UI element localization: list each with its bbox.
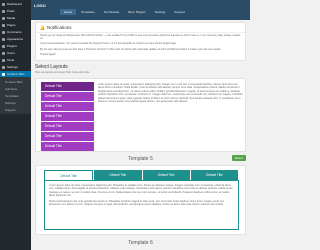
template-name: Template 6	[128, 240, 153, 246]
tab-templates[interactable]: Templates	[77, 9, 99, 15]
tabs-icon	[2, 72, 5, 76]
select-template-button[interactable]: Select	[231, 155, 246, 161]
plugin-nav-tabs: Home Templates Get Started More Plugins …	[60, 9, 190, 15]
vertical-tab[interactable]: Default Title	[41, 102, 94, 111]
submenu-item-settings[interactable]: Settings	[0, 100, 31, 106]
tab-paragraph: Morbi vehicula lacus nisl, quis gravida …	[49, 199, 225, 207]
vertical-tab[interactable]: Default Title	[41, 82, 94, 91]
submenu-item-templates[interactable]: Templates	[0, 93, 31, 99]
tab-get-started[interactable]: Get Started	[100, 9, 123, 15]
submenu-item-add-new[interactable]: Add New	[0, 86, 31, 92]
sidebar-item-label: Content Tabs	[7, 72, 25, 76]
tab-paragraph: Lorem ipsum dolor sit amet, consectetur …	[49, 184, 234, 198]
submenu-label: Content Tabs	[5, 80, 23, 84]
template-footer: Template 5 Select	[35, 154, 246, 164]
sidebar-item-plugins[interactable]: Plugins	[0, 43, 31, 49]
comments-icon	[2, 30, 5, 34]
horizontal-tab[interactable]: Default Title	[190, 170, 238, 180]
submenu-label: Support	[5, 108, 16, 112]
sidebar-item-label: Plugins	[7, 44, 17, 48]
notification-line: Thank you for using our Responsive Tabs …	[40, 34, 241, 41]
media-icon	[2, 16, 5, 20]
notifications-panel: 🔔 Notifications Thank you for using our …	[35, 22, 246, 61]
bell-icon: 🔔	[40, 25, 45, 30]
sidebar-submenu: Content Tabs Add New Templates Settings …	[0, 77, 31, 114]
pages-icon	[2, 23, 5, 27]
horizontal-tab[interactable]: Default Title	[142, 170, 190, 180]
vertical-tab[interactable]: Default Title	[41, 92, 94, 101]
sidebar-item-label: Media	[7, 16, 16, 20]
vertical-tabs-preview: Default Title Default Title Default Titl…	[35, 78, 246, 152]
notifications-heading: 🔔 Notifications	[36, 23, 245, 33]
sidebar-item-media[interactable]: Media	[0, 15, 31, 21]
sidebar-item-tools[interactable]: Tools	[0, 57, 31, 63]
tab-settings[interactable]: Settings	[151, 9, 170, 15]
submenu-label: Add New	[5, 87, 18, 91]
submenu-item-content-tabs[interactable]: Content Tabs	[0, 79, 31, 85]
vertical-tab[interactable]: Default Title	[41, 122, 94, 131]
horizontal-tab[interactable]: Default Title	[44, 170, 94, 180]
settings-icon	[2, 65, 5, 69]
sidebar-item-label: Pages	[7, 23, 16, 27]
tab-more-plugins[interactable]: More Plugins	[124, 9, 150, 15]
sidebar-item-label: Users	[7, 51, 15, 55]
dashboard-icon	[2, 2, 5, 6]
sidebar-item-settings[interactable]: Settings	[0, 64, 31, 70]
vertical-tab[interactable]: Default Title	[41, 112, 94, 121]
sidebar-item-label: Settings	[7, 65, 18, 69]
section-subtitle: Here are layouts and select Tabs below w…	[35, 71, 90, 74]
sidebar-item-dashboard[interactable]: Dashboard	[0, 1, 31, 7]
notifications-title: Notifications	[46, 25, 72, 30]
horizontal-tab[interactable]: Default Title	[94, 170, 142, 180]
sidebar-item-label: Posts	[7, 9, 15, 13]
sidebar-item-appearance[interactable]: Appearance	[0, 36, 31, 42]
vertical-tab[interactable]: Default Title	[41, 142, 94, 151]
sidebar-item-label: Comments	[7, 30, 22, 34]
posts-icon	[2, 9, 5, 13]
vertical-tab-content: Lorem ipsum dolor sit amet, consectetur …	[98, 83, 243, 104]
sidebar-item-label: Appearance	[7, 37, 24, 41]
horizontal-tab-content: Lorem ipsum dolor sit amet, consectetur …	[44, 180, 239, 230]
section-title: Select Layouts	[35, 64, 68, 70]
admin-sidebar: Dashboard Posts Media Pages Comments App…	[0, 0, 31, 250]
vertical-tab[interactable]: Default Title	[41, 132, 94, 141]
template-footer-2: Template 6	[35, 238, 246, 248]
tab-home[interactable]: Home	[60, 9, 77, 15]
notification-line: Thanks Again!	[40, 52, 56, 56]
plugins-icon	[2, 44, 5, 48]
sidebar-item-label: Tools	[7, 58, 15, 62]
vertical-tab-list: Default Title Default Title Default Titl…	[41, 82, 94, 152]
template-name: Template 5	[128, 156, 153, 162]
plugin-logo: LOGO	[34, 3, 46, 8]
sidebar-item-pages[interactable]: Pages	[0, 22, 31, 28]
tab-support[interactable]: Support	[170, 9, 189, 15]
appearance-icon	[2, 37, 5, 41]
users-icon	[2, 51, 5, 55]
horizontal-tabs-preview: Default Title Default Title Default Titl…	[35, 165, 246, 235]
submenu-label: Settings	[5, 101, 16, 105]
sidebar-item-comments[interactable]: Comments	[0, 29, 31, 35]
sidebar-item-posts[interactable]: Posts	[0, 8, 31, 14]
horizontal-tab-list: Default Title Default Title Default Titl…	[44, 170, 239, 180]
submenu-item-support[interactable]: Support	[0, 107, 31, 113]
sidebar-item-label: Dashboard	[7, 2, 22, 6]
submenu-label: Templates	[5, 94, 19, 98]
tools-icon	[2, 58, 5, 62]
sidebar-item-users[interactable]: Users	[0, 50, 31, 56]
